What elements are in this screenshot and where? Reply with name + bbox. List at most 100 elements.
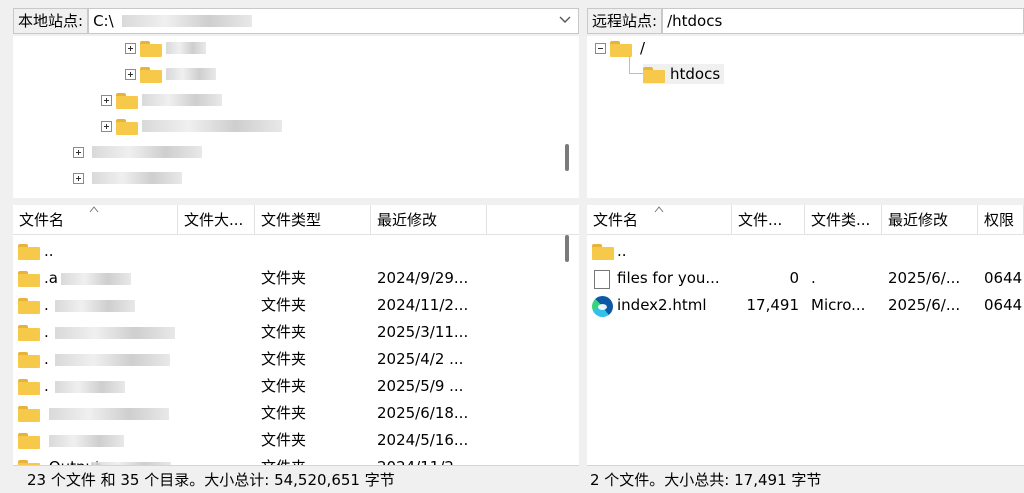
cell-filetype — [811, 238, 879, 265]
expand-icon[interactable] — [125, 42, 136, 54]
cell-filetype: 文件夹 — [261, 431, 307, 449]
expand-icon[interactable] — [125, 68, 136, 80]
local-tree-pane[interactable] — [13, 36, 579, 198]
local-path-text: C:\ — [93, 11, 114, 30]
expand-icon[interactable] — [73, 146, 84, 158]
tree-node-htdocs[interactable]: htdocs — [643, 64, 725, 84]
local-site-bar: 本地站点: C:\ — [13, 5, 579, 36]
cell-permissions: 0644 — [984, 269, 1023, 287]
cell-modified: 2024/5/16... — [377, 431, 469, 449]
collapse-icon[interactable] — [595, 42, 606, 54]
redacted-name — [49, 435, 124, 447]
cell-filetype: 文件夹 — [261, 404, 307, 422]
remote-list-header: 文件名 文件... 文件类... 最近修改 权限 — [587, 205, 1024, 235]
table-row[interactable]: . 文件夹 2025/4/2 ... — [13, 346, 579, 373]
expand-icon[interactable] — [101, 94, 112, 106]
table-row[interactable]: . 文件夹 2025/5/9 ... — [13, 373, 579, 400]
tree-node[interactable] — [125, 38, 206, 58]
folder-icon — [18, 270, 40, 287]
cell-filetype — [261, 238, 371, 265]
tree-node[interactable] — [73, 168, 182, 188]
chevron-down-icon[interactable] — [558, 13, 572, 27]
tree-connector — [629, 73, 643, 74]
cell-modified — [888, 238, 976, 265]
local-file-list[interactable]: 文件名 文件大... 文件类型 最近修改 .. .a 文件夹 2024/9/29...… — [13, 205, 579, 465]
tree-label: htdocs — [670, 65, 721, 83]
redacted-name — [142, 120, 282, 132]
local-list-scrollbar[interactable] — [565, 235, 569, 262]
cell-filetype: 文件夹 — [261, 350, 307, 368]
tree-label: / — [640, 39, 646, 57]
cell-modified: 2024/11/2... — [377, 454, 487, 465]
table-row[interactable]: .. — [13, 238, 579, 265]
local-site-label: 本地站点: — [13, 7, 89, 34]
table-row[interactable]: files for you... 0. 2025/6/... 0644 — [587, 265, 1024, 292]
redacted-name — [166, 42, 206, 54]
table-row[interactable]: .. — [587, 238, 1024, 265]
cell-filename: .. — [617, 242, 627, 260]
expand-icon[interactable] — [101, 120, 112, 132]
tree-node[interactable] — [125, 64, 216, 84]
cell-modified: 2024/9/29... — [377, 269, 469, 287]
cell-filetype: 文件夹 — [261, 323, 307, 341]
col-modified[interactable]: 最近修改 — [371, 205, 487, 235]
col-filesize[interactable]: 文件大... — [178, 205, 255, 235]
remote-path-input[interactable]: /htdocs — [662, 7, 1024, 34]
redacted-name — [49, 408, 169, 420]
folder-icon — [140, 66, 162, 83]
cell-filename: files for you... — [617, 269, 720, 287]
col-filesize[interactable]: 文件... — [732, 205, 805, 235]
remote-tree-pane[interactable]: / htdocs — [587, 36, 1024, 198]
local-tree-scrollbar[interactable] — [565, 144, 569, 171]
tree-connector — [629, 56, 630, 74]
edge-browser-icon — [592, 296, 613, 317]
folder-icon — [116, 118, 138, 135]
table-row[interactable]: . 文件夹 2024/11/2... — [13, 292, 579, 319]
redacted-path — [122, 15, 253, 27]
local-path-input[interactable]: C:\ — [88, 7, 579, 34]
tree-node[interactable] — [73, 142, 202, 162]
col-filetype[interactable]: 文件类... — [805, 205, 882, 235]
redacted-name — [55, 300, 135, 312]
table-row[interactable]: 文件夹 2025/6/18... — [13, 400, 579, 427]
folder-icon — [140, 40, 162, 57]
expand-icon[interactable] — [73, 172, 84, 184]
sort-up-icon — [654, 206, 664, 213]
tree-node[interactable] — [101, 116, 282, 136]
redacted-name — [92, 146, 202, 158]
cell-filetype: Micro... — [811, 296, 866, 314]
redacted-name — [55, 354, 170, 366]
remote-file-list[interactable]: 文件名 文件... 文件类... 最近修改 权限 .. files for you… — [587, 205, 1024, 465]
redacted-name — [55, 327, 175, 339]
redacted-name — [142, 94, 222, 106]
folder-icon — [643, 66, 665, 83]
col-filetype[interactable]: 文件类型 — [255, 205, 371, 235]
table-row[interactable]: .a 文件夹 2024/9/29... — [13, 265, 579, 292]
cell-modified: 2025/6/... — [888, 269, 961, 287]
cell-permissions: 0644 — [984, 296, 1023, 314]
tree-node[interactable] — [101, 90, 222, 110]
cell-permissions — [984, 238, 1024, 265]
remote-status-bar: 2 个文件。大小总共: 17,491 字节 — [587, 465, 1024, 493]
remote-path-text: /htdocs — [667, 11, 723, 30]
folder-icon — [592, 243, 614, 260]
col-permissions[interactable]: 权限 — [978, 205, 1024, 235]
remote-site-bar: 远程站点: /htdocs — [587, 5, 1024, 36]
cell-filetype: 文件夹 — [261, 269, 307, 287]
tree-node-root[interactable]: / — [595, 38, 645, 58]
cell-modified: 2025/6/18... — [377, 404, 469, 422]
table-row[interactable]: index2.html 17,491 Micro... 2025/6/... 0644 — [587, 292, 1024, 319]
folder-icon — [18, 405, 40, 422]
folder-icon — [18, 378, 40, 395]
cell-modified: 2025/3/11... — [377, 323, 469, 341]
remote-site-label: 远程站点: — [587, 7, 663, 34]
file-icon — [594, 270, 610, 289]
cell-modified: 2025/4/2 ... — [377, 350, 464, 368]
table-row[interactable]: 文件夹 2024/5/16... — [13, 427, 579, 454]
col-modified[interactable]: 最近修改 — [882, 205, 978, 235]
cell-filetype: 文件夹 — [261, 377, 307, 395]
cell-modified — [377, 238, 487, 265]
table-row[interactable]: . 文件夹 2025/3/11... — [13, 319, 579, 346]
cell-filetype: 文件夹 — [261, 454, 371, 465]
table-row[interactable]: .Output文件夹2024/11/2... — [13, 454, 579, 465]
